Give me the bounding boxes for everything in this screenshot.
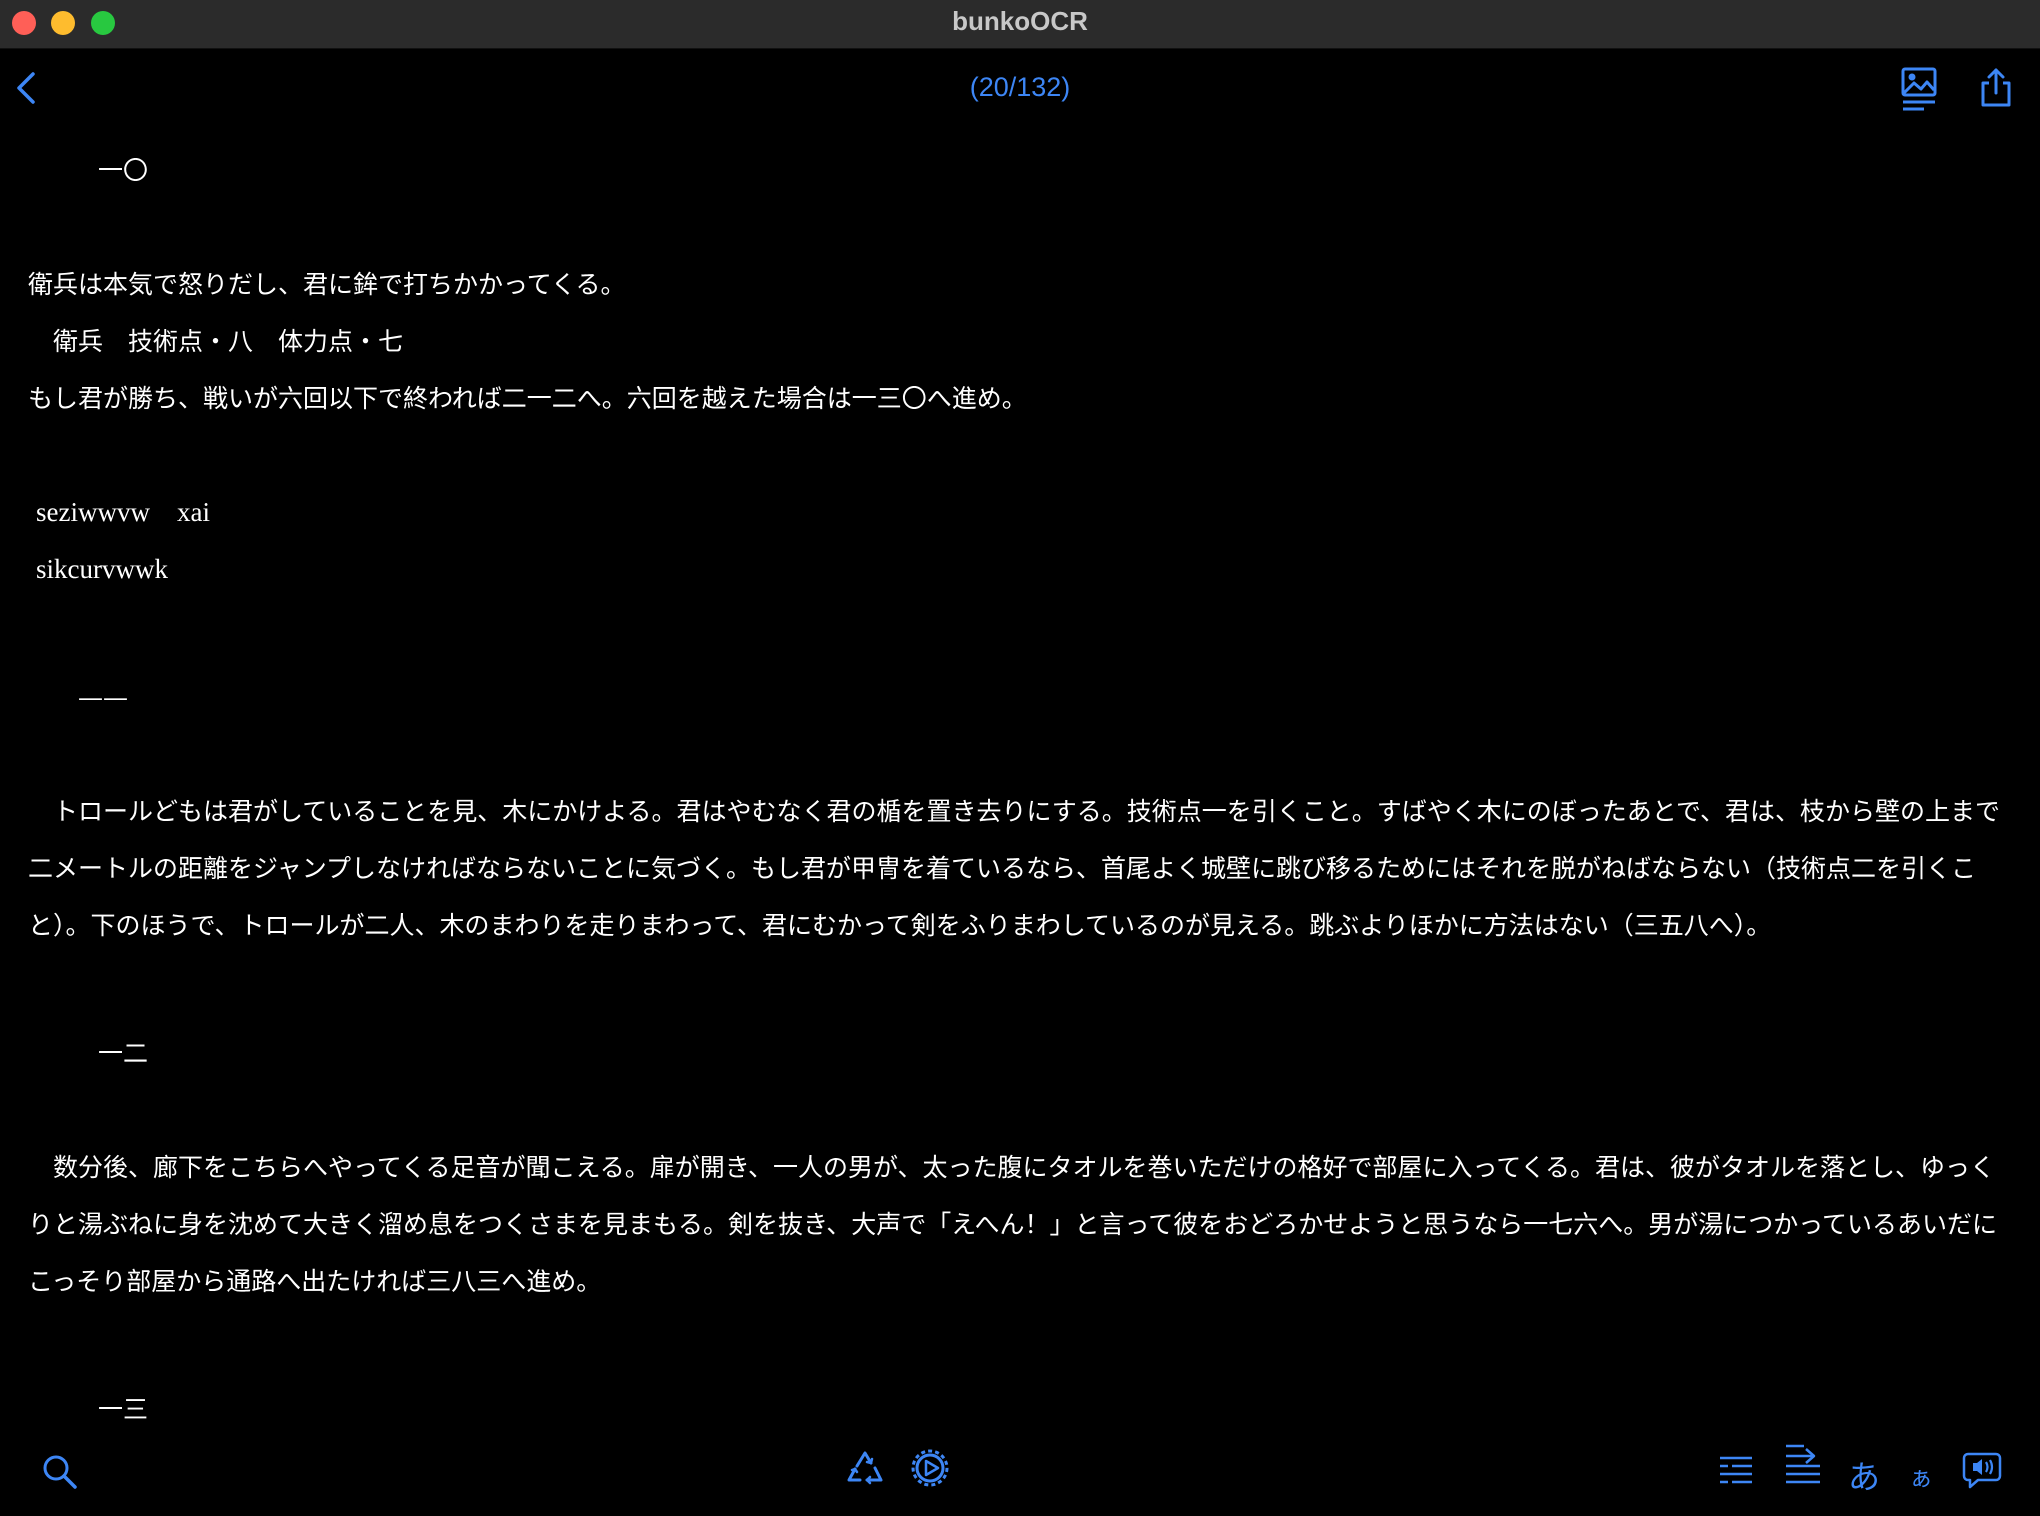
window-titlebar: bunkoOCR: [0, 0, 2040, 49]
paragraph: もし君が勝ち、戦いが六回以下で終われば二一二へ。六回を越えた場合は一三〇へ進め。: [28, 384, 1027, 413]
text-align-icon[interactable]: [1784, 1442, 1822, 1488]
section-heading: 一三: [98, 1395, 149, 1424]
section-heading: ——: [78, 683, 128, 712]
paragraph: 衛兵 技術点・八 体力点・七: [28, 327, 404, 356]
section-heading: 一〇: [98, 156, 149, 185]
share-icon[interactable]: [1979, 66, 2013, 108]
window-title: bunkoOCR: [952, 6, 1088, 36]
ocr-text-content: 一〇 衛兵は本気で怒りだし、君に鉾で打ちかかってくる。 衛兵 技術点・八 体力点…: [28, 128, 2004, 1428]
ocr-latin-line: sikcurvwwk: [36, 554, 168, 584]
search-icon[interactable]: [40, 1452, 80, 1492]
top-toolbar: (20/132): [0, 48, 2040, 128]
list-icon[interactable]: [1718, 1454, 1754, 1488]
paragraph: トロールどもは君がしていることを見、木にかけよる。君はやむなく君の楯を置き去りに…: [28, 797, 2001, 940]
paragraph: 数分後、廊下をこちらへやってくる足音が聞こえる。扉が開き、一人の男が、太った腹に…: [28, 1153, 1998, 1296]
bottom-toolbar: あ ぁ: [0, 1440, 2040, 1516]
ocr-latin-line: seziwwvw xai: [36, 497, 210, 527]
section-heading: 一二: [98, 1039, 149, 1068]
settings-gear-icon[interactable]: [910, 1448, 950, 1488]
speech-bubble-icon[interactable]: [1962, 1450, 2002, 1490]
image-icon[interactable]: [1900, 66, 1938, 112]
page-counter: (20/132): [969, 72, 1071, 102]
recycle-icon[interactable]: [844, 1448, 886, 1490]
paragraph: 衛兵は本気で怒りだし、君に鉾で打ちかかってくる。: [28, 270, 626, 299]
font-size-large-button[interactable]: あ: [1848, 1452, 1880, 1498]
font-size-small-button[interactable]: ぁ: [1909, 1458, 1933, 1493]
